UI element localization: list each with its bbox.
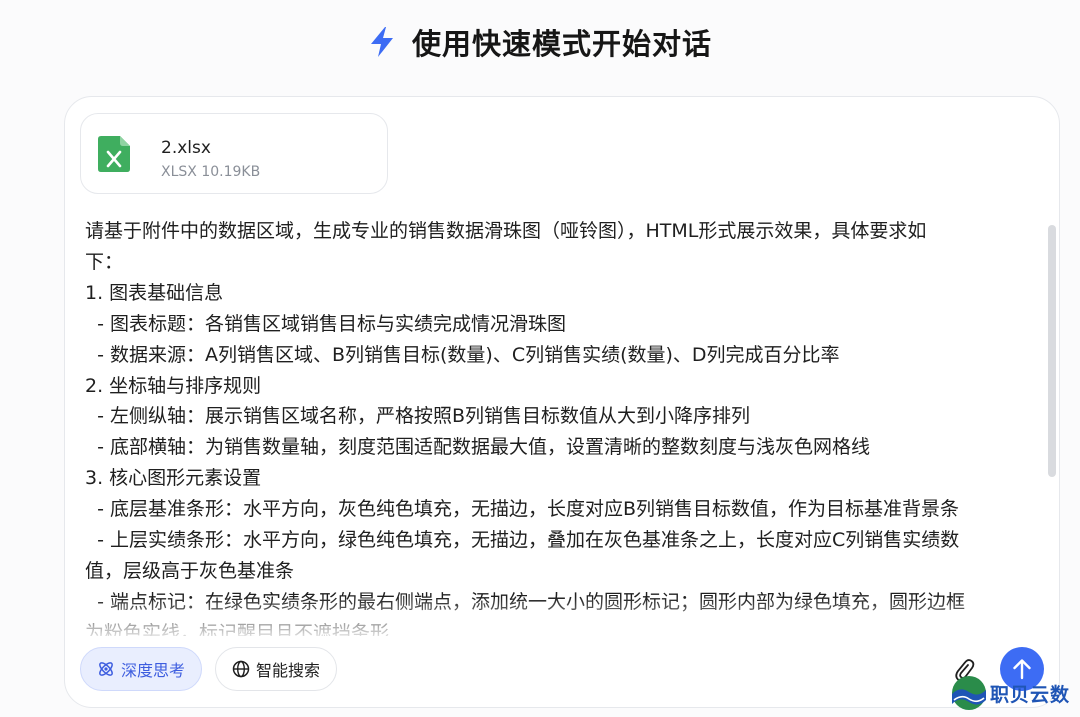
- chat-input-card: 2.xlsx XLSX 10.19KB 请基于附件中的数据区域，生成专业的销售数…: [64, 96, 1060, 708]
- message-line: - 上层实绩条形：水平方向，绿色纯色填充，无描边，叠加在灰色基准条之上，长度对应…: [85, 529, 960, 552]
- web-search-button[interactable]: 智能搜索: [215, 647, 337, 691]
- deep-think-button[interactable]: 深度思考: [80, 647, 202, 691]
- watermark-text: 职贝云数: [990, 683, 1071, 706]
- lightning-bolt-icon: [370, 27, 393, 57]
- message-line: - 数据来源：A列销售区域、B列销售目标(数量)、C列销售实绩(数量)、D列完成…: [85, 343, 840, 366]
- message-line: 2. 坐标轴与排序规则: [85, 374, 262, 397]
- message-line: 值，层级高于灰色基准条: [85, 559, 295, 582]
- attachment-chip[interactable]: 2.xlsx XLSX 10.19KB: [80, 113, 388, 194]
- attachment-file-meta: XLSX 10.19KB: [161, 164, 261, 180]
- message-line: - 左侧纵轴：展示销售区域名称，严格按照B列销售目标数值从大到小降序排列: [85, 405, 751, 428]
- atom-icon: [99, 662, 113, 676]
- message-line: 下：: [85, 250, 124, 273]
- page-title: 使用快速模式开始对话: [411, 27, 712, 61]
- watermark: 职贝云数: [950, 672, 1076, 714]
- deep-think-label: 深度思考: [121, 661, 186, 680]
- message-textarea[interactable]: 请基于附件中的数据区域，生成专业的销售数据滑珠图（哑铃图），HTML形式展示效果…: [85, 216, 1045, 636]
- attachment-file-name: 2.xlsx: [161, 138, 211, 158]
- message-line: - 底层基准条形：水平方向，灰色纯色填充，无描边，长度对应B列销售目标数值，作为…: [85, 498, 960, 521]
- excel-file-icon: [98, 136, 130, 172]
- message-line: 请基于附件中的数据区域，生成专业的销售数据滑珠图（哑铃图），HTML形式展示效果…: [85, 220, 927, 242]
- message-line: - 底部横轴：为销售数量轴，刻度范围适配数据最大值，设置清晰的整数刻度与浅灰色网…: [85, 436, 870, 459]
- page-header: 使用快速模式开始对话: [0, 20, 1080, 64]
- message-line: 3. 核心图形元素设置: [85, 467, 262, 490]
- message-scrollbar[interactable]: [1048, 225, 1056, 477]
- globe-icon: [232, 660, 250, 678]
- text-fade-overlay: [81, 597, 1041, 641]
- message-line: - 图表标题：各销售区域销售目标与实绩完成情况滑珠图: [85, 312, 566, 335]
- message-line: 1. 图表基础信息: [85, 281, 224, 304]
- web-search-label: 智能搜索: [256, 661, 321, 680]
- wave-logo-icon: [952, 676, 986, 710]
